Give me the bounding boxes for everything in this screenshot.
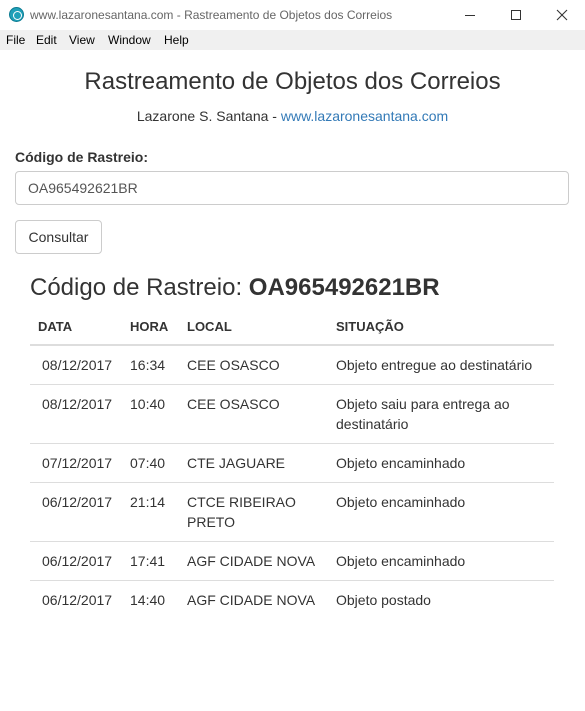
page-title: Rastreamento de Objetos dos Correios bbox=[84, 68, 501, 95]
tracking-table: DATA HORA LOCAL SITUAÇÃO 08/12/2017 16:3… bbox=[30, 310, 554, 619]
cell-hora: 16:34 bbox=[130, 357, 166, 373]
cell-data: 06/12/2017 bbox=[30, 482, 122, 542]
tracking-code-label: Código de Rastreio: bbox=[15, 149, 149, 165]
cell-data: 06/12/2017 bbox=[30, 541, 122, 581]
result-code: OA965492621BR bbox=[248, 274, 440, 301]
window-title: www.lazaronesantana.com - Rastreamento d… bbox=[30, 8, 393, 22]
table-row: 06/12/2017 14:40 AGF CIDADE NOVA Objeto … bbox=[30, 580, 554, 619]
tracking-code-input[interactable] bbox=[15, 171, 569, 205]
cell-situacao: Objeto encaminhado bbox=[328, 541, 554, 581]
cell-data: 08/12/2017 bbox=[42, 357, 113, 373]
cell-hora: 17:41 bbox=[122, 541, 179, 581]
cell-data: 08/12/2017 bbox=[30, 384, 122, 444]
column-header-situacao: SITUAÇÃO bbox=[328, 310, 554, 346]
maximize-icon bbox=[511, 10, 521, 20]
menu-edit[interactable]: Edit bbox=[36, 33, 57, 47]
table-row: 08/12/2017 16:34 CEE OSASCO Objeto entre… bbox=[30, 345, 554, 385]
author-name: Lazarone S. Santana - bbox=[136, 108, 277, 124]
app-icon bbox=[9, 7, 24, 22]
table-header-row: DATA HORA LOCAL SITUAÇÃO bbox=[30, 310, 554, 346]
cell-hora: 21:14 bbox=[122, 482, 179, 542]
author-link[interactable]: www.lazaronesantana.com bbox=[281, 108, 448, 124]
cell-situacao: Objeto postado bbox=[328, 580, 554, 619]
cell-hora: 07:40 bbox=[122, 443, 179, 483]
cell-local: AGF CIDADE NOVA bbox=[179, 541, 328, 581]
close-icon bbox=[556, 9, 568, 21]
cell-local: CTE JAGUARE bbox=[179, 443, 328, 483]
cell-data: 06/12/2017 bbox=[30, 580, 122, 619]
cell-situacao: Objeto encaminhado bbox=[328, 443, 554, 483]
table-row: 08/12/2017 10:40 CEE OSASCO Objeto saiu … bbox=[30, 384, 554, 444]
cell-situacao: Objeto entregue ao destinatário bbox=[336, 357, 533, 373]
cell-local: CEE OSASCO bbox=[179, 384, 328, 444]
maximize-button[interactable] bbox=[493, 0, 539, 30]
menu-window[interactable]: Window bbox=[108, 33, 151, 47]
cell-hora: 14:40 bbox=[122, 580, 179, 619]
cell-local: CEE OSASCO bbox=[187, 357, 280, 373]
cell-local: AGF CIDADE NOVA bbox=[179, 580, 328, 619]
cell-hora: 10:40 bbox=[122, 384, 179, 444]
minimize-icon bbox=[465, 14, 475, 16]
close-button[interactable] bbox=[539, 0, 585, 30]
table-row: 07/12/2017 07:40 CTE JAGUARE Objeto enca… bbox=[30, 443, 554, 483]
column-header-local: LOCAL bbox=[179, 310, 328, 346]
cell-data: 07/12/2017 bbox=[30, 443, 122, 483]
table-row: 06/12/2017 21:14 CTCE RIBEIRAO PRETO Obj… bbox=[30, 482, 554, 542]
author-line: Lazarone S. Santana - www.lazaronesantan… bbox=[0, 108, 585, 124]
menu-help[interactable]: Help bbox=[164, 33, 189, 47]
menu-bar: File Edit View Window Help bbox=[0, 30, 585, 50]
menu-view[interactable]: View bbox=[69, 33, 95, 47]
cell-situacao: Objeto encaminhado bbox=[328, 482, 554, 542]
cell-local: CTCE RIBEIRAO PRETO bbox=[179, 482, 328, 542]
table-row: 06/12/2017 17:41 AGF CIDADE NOVA Objeto … bbox=[30, 541, 554, 581]
column-header-hora: HORA bbox=[122, 310, 179, 346]
title-bar: www.lazaronesantana.com - Rastreamento d… bbox=[0, 0, 585, 30]
column-header-data: DATA bbox=[30, 310, 122, 346]
consult-button[interactable]: Consultar bbox=[15, 220, 102, 254]
menu-file[interactable]: File bbox=[6, 33, 25, 47]
result-heading-prefix: Código de Rastreio: bbox=[30, 274, 243, 301]
result-heading: Código de Rastreio: OA965492621BR bbox=[30, 274, 440, 302]
cell-situacao: Objeto saiu para entrega ao destinatário bbox=[328, 384, 554, 444]
minimize-button[interactable] bbox=[447, 0, 493, 30]
